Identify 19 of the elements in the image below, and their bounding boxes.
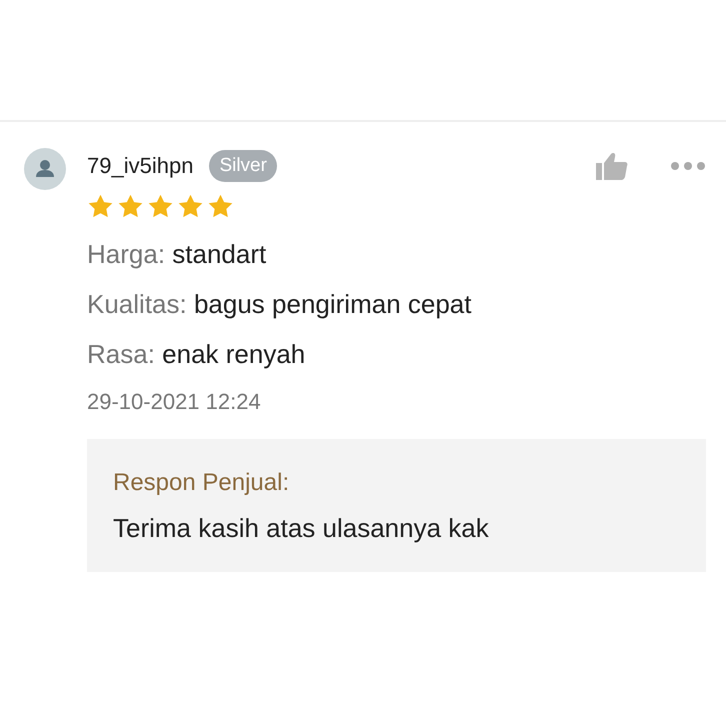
attribute-value: standart [172,239,266,269]
star-icon [87,193,114,220]
attribute-label: Harga: [87,239,166,269]
avatar-icon [24,148,66,190]
attribute-label: Rasa: [87,339,155,369]
thumbs-up-icon[interactable] [596,152,628,180]
username: 79_iv5ihpn [87,153,194,179]
attribute-value: bagus pengiriman cepat [194,289,472,319]
more-icon[interactable] [670,161,706,171]
star-icon [147,193,174,220]
star-icon [207,193,234,220]
star-icon [117,193,144,220]
star-icon [177,193,204,220]
member-badge: Silver [209,150,277,182]
response-title: Respon Penjual: [113,469,290,497]
attribute-label: Kualitas: [87,289,187,319]
response-text: Terima kasih atas ulasannya kak [113,513,490,544]
review-date: 29-10-2021 12:24 [87,389,262,415]
attribute-value: enak renyah [162,339,306,369]
